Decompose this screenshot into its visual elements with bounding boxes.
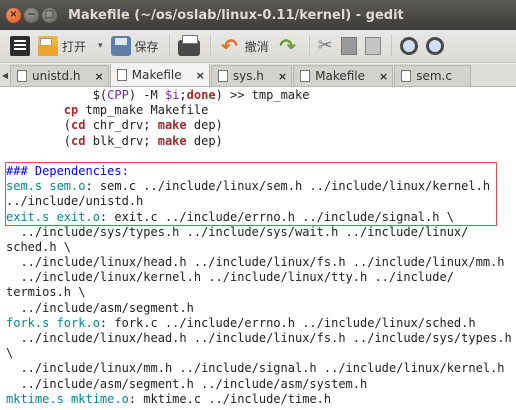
- minimize-window-button[interactable]: −: [24, 7, 39, 23]
- file-icon: [116, 69, 127, 81]
- close-tab-icon[interactable]: ×: [379, 70, 388, 83]
- tab-bar: ◀ unistd.h × Makefile × sys.h × Makefile…: [0, 64, 516, 87]
- replace-icon: [425, 37, 444, 55]
- file-icon: [17, 70, 27, 82]
- new-document-icon: [10, 36, 30, 56]
- code-line: ../include/linux/mm.h ../include/signal.…: [6, 361, 505, 376]
- code-line: ### Dependencies:: [6, 163, 129, 178]
- file-icon: [300, 70, 311, 82]
- search-icon: [399, 37, 418, 55]
- maximize-window-button[interactable]: □: [42, 7, 57, 23]
- tab-label: Makefile: [131, 68, 182, 82]
- redo-button[interactable]: ↷: [277, 33, 299, 59]
- file-icon: [401, 70, 412, 82]
- tab-label: sys.h: [232, 69, 264, 83]
- code-text[interactable]: $(CPP) -M $i;done) >> tmp_make cp tmp_ma…: [0, 87, 516, 407]
- code-line: (cd blk_drv; make dep): [6, 133, 223, 148]
- close-tab-icon[interactable]: ×: [278, 70, 287, 83]
- close-tab-icon[interactable]: ×: [95, 70, 104, 83]
- search-button[interactable]: [399, 33, 418, 59]
- window-title: Makefile (~/os/oslab/linux-0.11/kernel) …: [68, 7, 404, 23]
- toolbar-separator: [308, 35, 310, 57]
- save-icon: [110, 36, 131, 56]
- code-line: sem.s sem.o: sem.c ../include/linux/sem.…: [6, 179, 491, 194]
- undo-label: 撤消: [244, 39, 269, 54]
- code-editor[interactable]: $(CPP) -M $i;done) >> tmp_make cp tmp_ma…: [0, 87, 516, 410]
- replace-button[interactable]: [425, 33, 444, 59]
- code-line: $(CPP) -M $i;done) >> tmp_make: [6, 88, 310, 102]
- tab-sem-c[interactable]: sem.c: [394, 65, 471, 86]
- code-line: fork.s fork.o: fork.c ../include/errno.h…: [6, 315, 476, 330]
- paste-icon: [364, 37, 381, 55]
- code-line: ../include/unistd.h: [6, 194, 144, 209]
- save-label: 保存: [134, 39, 159, 54]
- code-line: mktime.s mktime.o: mktime.c ../include/t…: [6, 391, 332, 406]
- code-line: sched.h \: [6, 239, 72, 254]
- paste-button[interactable]: [364, 33, 381, 59]
- open-button[interactable]: 打开: [38, 33, 86, 59]
- cut-button[interactable]: ✂: [318, 33, 333, 59]
- toolbar: 打开 ▾ 保存 ↶ 撤消 ↷ ✂: [0, 30, 516, 63]
- copy-icon: [340, 37, 357, 55]
- code-line: ../include/asm/segment.h: [6, 300, 194, 315]
- code-line: cp tmp_make Makefile: [63, 103, 209, 118]
- title-bar: × − □ Makefile (~/os/oslab/linux-0.11/ke…: [0, 0, 516, 30]
- open-label: 打开: [62, 39, 87, 54]
- undo-icon: ↶: [221, 34, 238, 58]
- tab-label: sem.c: [416, 69, 452, 83]
- code-line: ../include/asm/segment.h ../include/asm/…: [6, 376, 368, 391]
- toolbar-separator: [168, 35, 170, 57]
- code-line: (cd chr_drv; make dep): [6, 118, 223, 133]
- tab-makefile-active[interactable]: Makefile ×: [109, 64, 210, 86]
- cut-icon: ✂: [317, 35, 333, 56]
- tab-sys-h[interactable]: sys.h ×: [210, 65, 293, 86]
- new-document-button[interactable]: [10, 33, 30, 59]
- save-button[interactable]: 保存: [110, 33, 159, 59]
- print-icon: [177, 35, 200, 56]
- file-icon: [217, 70, 228, 82]
- undo-button[interactable]: ↶ 撤消: [219, 33, 269, 59]
- tab-scroll-left-button[interactable]: ◀: [0, 64, 10, 86]
- tab-makefile-2[interactable]: Makefile ×: [293, 65, 394, 86]
- close-window-button[interactable]: ×: [6, 7, 21, 23]
- code-line: termios.h \: [6, 285, 86, 300]
- code-line: ../include/sys/types.h ../include/sys/wa…: [6, 224, 469, 239]
- toolbar-separator: [209, 35, 211, 57]
- code-line: exit.s exit.o: exit.c ../include/errno.h…: [6, 209, 454, 224]
- tab-label: unistd.h: [32, 69, 81, 83]
- open-icon: [38, 36, 58, 56]
- code-line: ../include/linux/head.h ../include/linux…: [6, 255, 505, 270]
- code-line: ../include/linux/head.h ../include/linux…: [6, 331, 512, 345]
- code-line: \: [6, 346, 14, 361]
- tab-unistd-h[interactable]: unistd.h ×: [10, 65, 109, 86]
- dropdown-arrow-icon: ▾: [98, 41, 103, 51]
- redo-icon: ↷: [279, 34, 296, 58]
- close-tab-icon[interactable]: ×: [196, 69, 205, 82]
- tab-label: Makefile: [315, 69, 366, 83]
- print-button[interactable]: [177, 33, 200, 59]
- toolbar-separator: [390, 35, 392, 57]
- open-dropdown-button[interactable]: ▾: [94, 33, 103, 59]
- code-line: ../include/linux/kernel.h ../include/lin…: [6, 270, 454, 285]
- copy-button[interactable]: [340, 33, 357, 59]
